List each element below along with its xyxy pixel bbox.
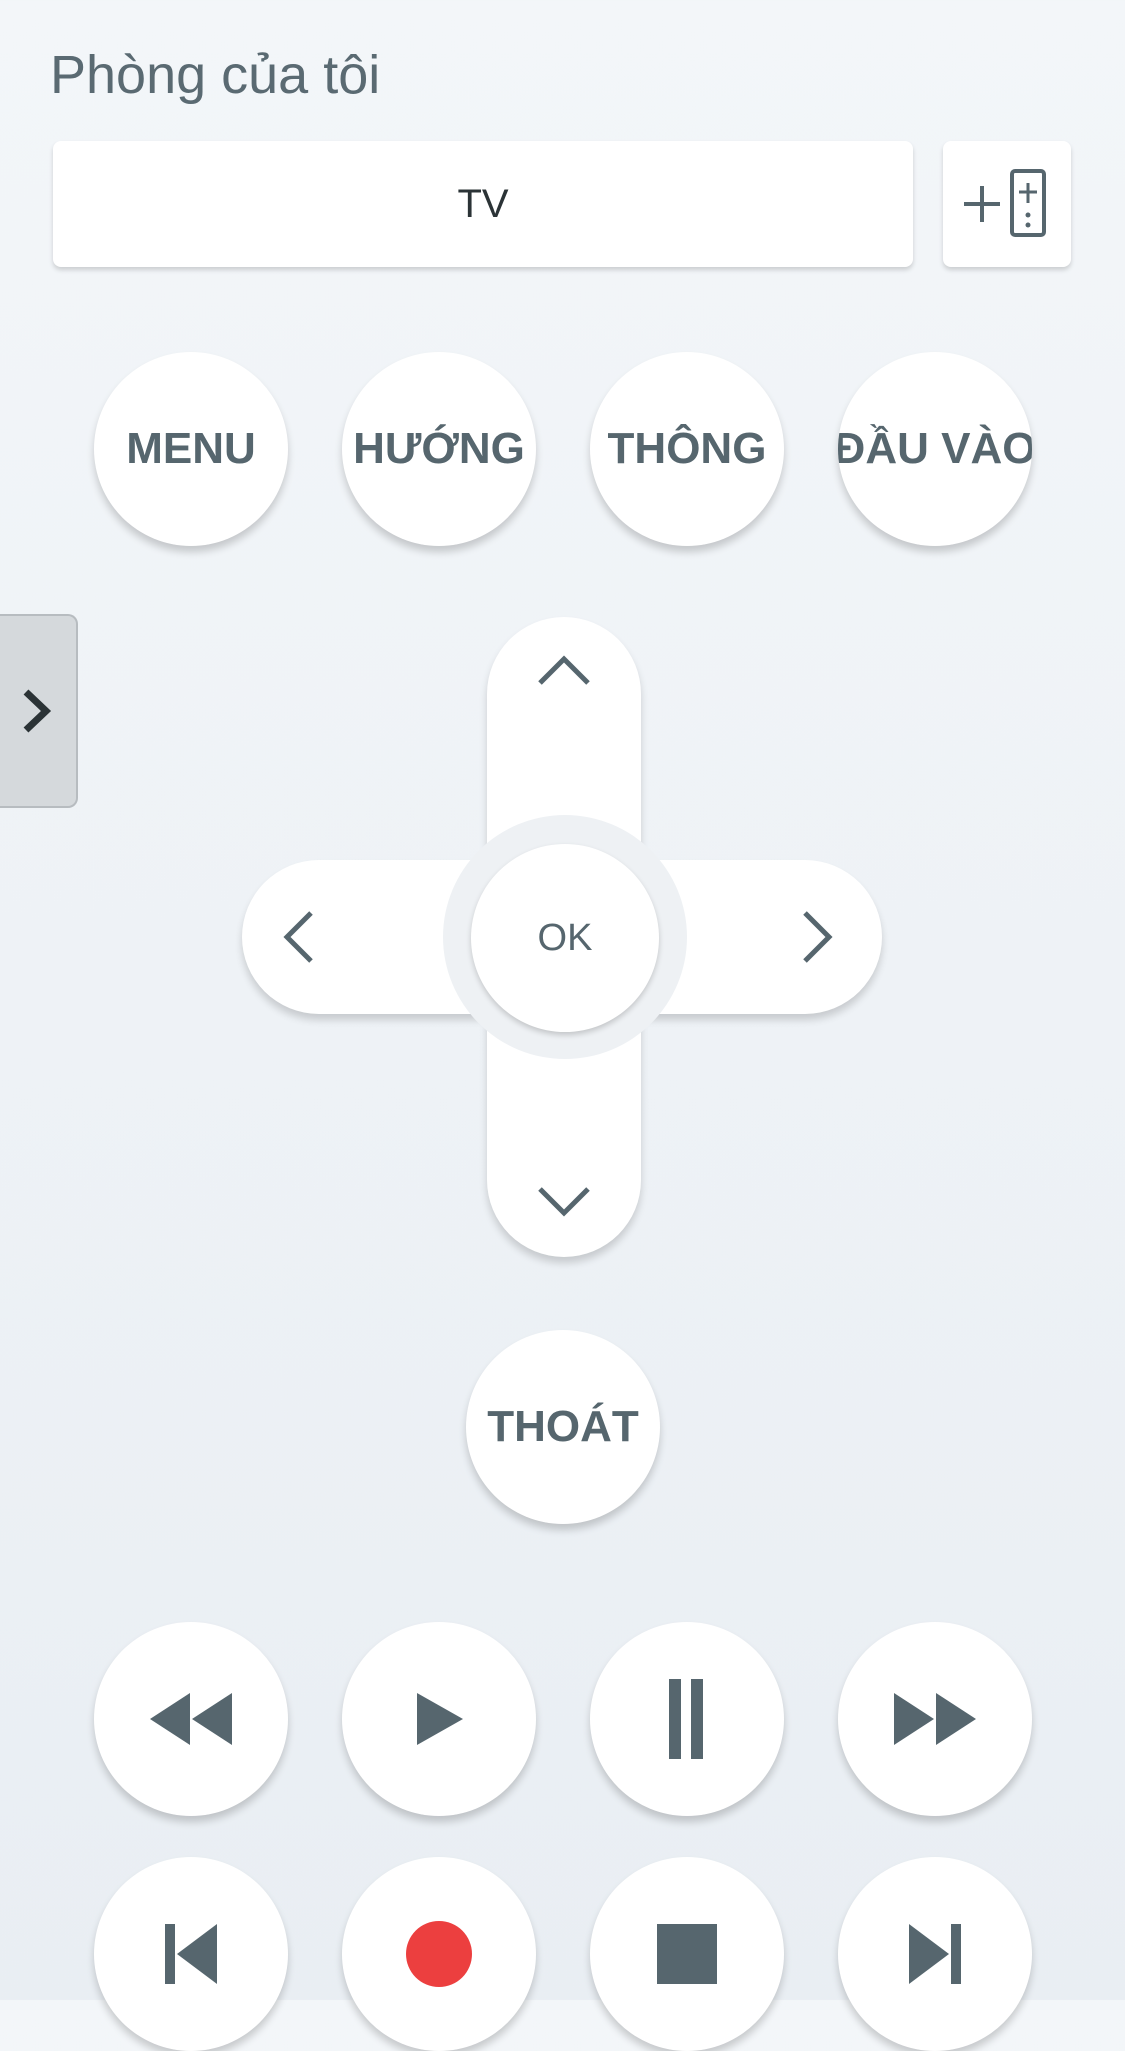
record-icon — [406, 1921, 472, 1987]
play-button[interactable] — [342, 1622, 536, 1816]
play-icon — [417, 1693, 463, 1745]
menu-button-label: MENU — [126, 424, 256, 473]
pause-icon — [669, 1679, 703, 1759]
skip-next-icon — [909, 1924, 961, 1984]
exit-button-label: THOÁT — [487, 1402, 639, 1451]
guide-button-label: HƯỚNG — [353, 424, 525, 473]
chevron-down-icon — [538, 1187, 590, 1217]
dpad-down-button[interactable] — [514, 1152, 614, 1252]
chevron-up-icon — [538, 655, 590, 685]
rewind-button[interactable] — [94, 1622, 288, 1816]
info-button-label: THÔNG — [607, 424, 767, 473]
rewind-icon — [150, 1693, 232, 1745]
add-remote-icon — [964, 169, 1046, 237]
chevron-left-icon — [283, 911, 313, 963]
device-tab-tv[interactable]: TV — [53, 141, 913, 267]
fast-forward-button[interactable] — [838, 1622, 1032, 1816]
device-tab-label: TV — [457, 181, 509, 226]
info-button[interactable]: THÔNG — [590, 352, 784, 546]
fast-forward-icon — [894, 1693, 976, 1745]
ok-button-label: OK — [537, 916, 593, 959]
side-panel-toggle[interactable] — [0, 614, 78, 808]
skip-previous-icon — [165, 1924, 217, 1984]
exit-button[interactable]: THOÁT — [466, 1330, 660, 1524]
skip-previous-button[interactable] — [94, 1857, 288, 2051]
stop-icon — [657, 1924, 717, 1984]
page-title: Phòng của tôi — [50, 45, 381, 105]
skip-next-button[interactable] — [838, 1857, 1032, 2051]
stop-button[interactable] — [590, 1857, 784, 2051]
guide-button[interactable]: HƯỚNG — [342, 352, 536, 546]
dpad-left-button[interactable] — [248, 887, 348, 987]
pause-button[interactable] — [590, 1622, 784, 1816]
input-button[interactable]: ĐẦU VÀO — [838, 352, 1032, 546]
ok-button[interactable]: OK — [471, 844, 659, 1032]
dpad-right-button[interactable] — [768, 887, 868, 987]
record-button[interactable] — [342, 1857, 536, 2051]
chevron-right-icon — [803, 911, 833, 963]
add-remote-button[interactable] — [943, 141, 1071, 267]
menu-button[interactable]: MENU — [94, 352, 288, 546]
input-button-label: ĐẦU VÀO — [838, 424, 1032, 473]
chevron-right-icon — [23, 689, 52, 733]
dpad-up-button[interactable] — [514, 620, 614, 720]
